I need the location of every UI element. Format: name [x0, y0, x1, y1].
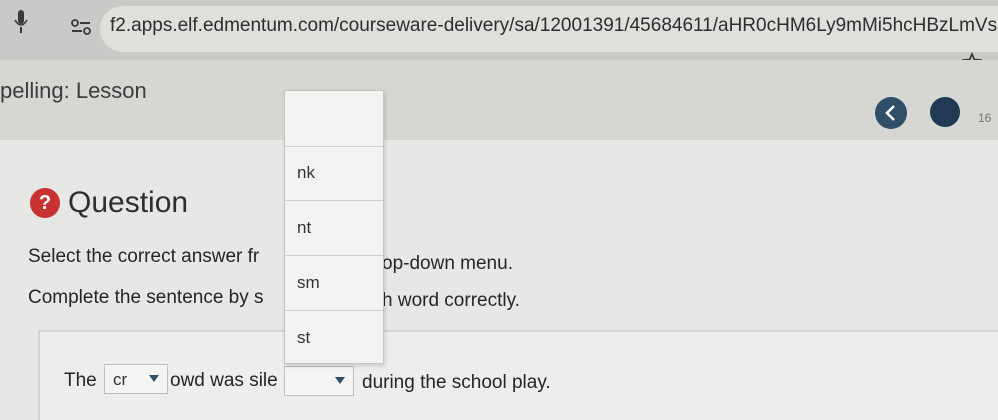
help-icon: ?	[30, 188, 60, 218]
lesson-title: pelling: Lesson	[0, 78, 147, 103]
dropdown-option-st[interactable]: st	[285, 312, 383, 366]
dropdown-option-nk[interactable]: nk	[285, 147, 383, 201]
lesson-header	[0, 60, 998, 140]
url-text[interactable]: f2.apps.elf.edmentum.com/courseware-deli…	[110, 15, 997, 37]
sentence-part-2: owd was sile	[170, 370, 278, 391]
answer-select-2[interactable]	[284, 366, 354, 396]
caret-down-icon	[149, 375, 159, 382]
progress-indicator[interactable]	[930, 97, 960, 127]
back-button[interactable]	[875, 97, 907, 129]
dropdown-options-list: nk nt sm st	[284, 90, 384, 364]
instruction-line-1-end: op-down menu.	[382, 253, 513, 274]
site-info-icon[interactable]	[70, 18, 92, 36]
answer-select-1[interactable]: cr	[104, 364, 168, 394]
chevron-left-icon	[885, 105, 895, 121]
browser-toolbar: f2.apps.elf.edmentum.com/courseware-deli…	[0, 0, 998, 60]
mic-icon[interactable]	[14, 10, 28, 34]
dropdown-option-sm[interactable]: sm	[285, 257, 383, 311]
instruction-line-2-end: h word correctly.	[382, 290, 520, 311]
page-counter: 16	[978, 111, 992, 125]
dropdown-option-blank[interactable]	[285, 91, 383, 147]
instruction-line-2: Complete the sentence by s	[28, 287, 264, 308]
select-1-value: cr	[113, 370, 128, 389]
sentence-part-3: during the school play.	[362, 372, 551, 393]
sentence-part-1: The	[64, 370, 97, 391]
question-heading: Question	[68, 186, 189, 219]
caret-down-icon	[335, 377, 345, 384]
dropdown-option-nt[interactable]: nt	[285, 202, 383, 256]
instruction-line-1: Select the correct answer fr	[28, 246, 260, 267]
